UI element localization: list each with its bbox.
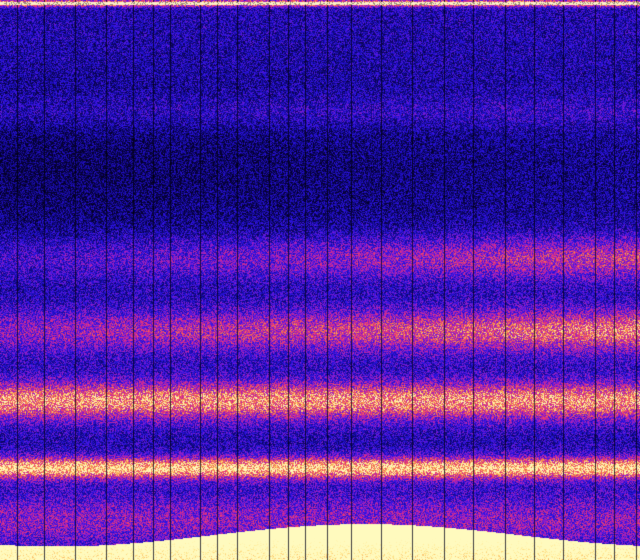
spectrogram-view bbox=[0, 0, 640, 560]
spectrogram-image bbox=[0, 0, 640, 560]
